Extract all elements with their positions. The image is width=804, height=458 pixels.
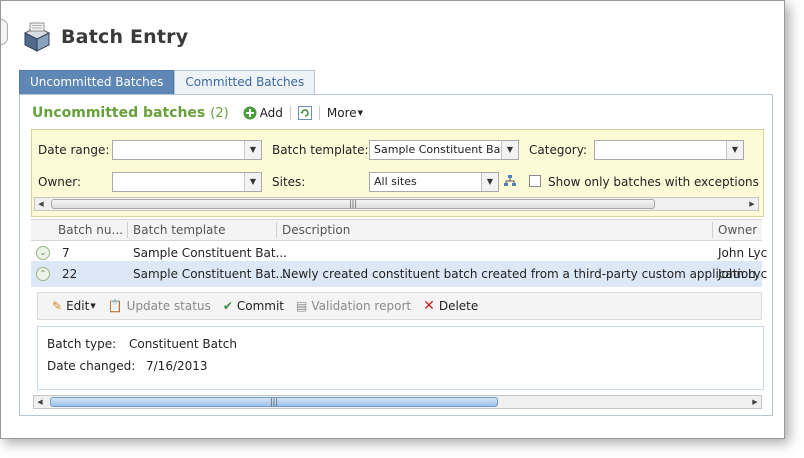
tab-uncommitted-batches[interactable]: Uncommitted Batches bbox=[19, 70, 175, 94]
site-hierarchy-icon[interactable] bbox=[503, 174, 517, 188]
delete-button[interactable]: ✕ Delete bbox=[423, 298, 478, 314]
uncommitted-batches-panel: Uncommitted batches (2) Add More ▼ Date … bbox=[19, 94, 773, 416]
batch-entry-icon bbox=[23, 22, 51, 52]
batch-template-cell: Sample Constituent Bat... bbox=[133, 246, 287, 260]
owner-label: Owner: bbox=[38, 175, 82, 189]
refresh-button[interactable] bbox=[297, 106, 312, 120]
chevron-down-icon[interactable]: ▼ bbox=[244, 141, 261, 159]
filter-horizontal-scrollbar[interactable]: ◀ ||| ▶ bbox=[34, 197, 759, 211]
date-changed-value: 7/16/2013 bbox=[146, 359, 208, 373]
batch-template-cell: Sample Constituent Bat... bbox=[133, 267, 287, 281]
chevron-down-icon[interactable]: ▼ bbox=[481, 173, 498, 191]
refresh-icon bbox=[297, 106, 312, 120]
update-status-button[interactable]: 📋 Update status bbox=[108, 299, 211, 313]
chevron-down-icon[interactable]: ▼ bbox=[726, 141, 743, 159]
batch-number-cell: 22 bbox=[62, 267, 78, 281]
category-label: Category: bbox=[529, 143, 587, 157]
collapse-handle[interactable] bbox=[1, 19, 8, 45]
exceptions-label: Show only batches with exceptions bbox=[548, 175, 759, 189]
add-button[interactable]: Add bbox=[243, 106, 283, 120]
column-divider bbox=[127, 222, 128, 238]
batch-template-select[interactable]: Sample Constituent Batch ▼ bbox=[369, 140, 519, 160]
commit-label: Commit bbox=[236, 299, 285, 313]
toolbar-divider bbox=[289, 106, 291, 120]
sites-label: Sites: bbox=[272, 175, 306, 189]
chevron-down-icon[interactable]: ▼ bbox=[501, 141, 518, 159]
scrollbar-thumb[interactable]: ||| bbox=[50, 397, 498, 407]
validation-report-button[interactable]: ▤ Validation report bbox=[296, 299, 411, 313]
batch-entry-window: Batch Entry Uncommitted Batches Committe… bbox=[0, 0, 785, 439]
batch-type-value: Constituent Batch bbox=[129, 337, 237, 351]
grid-horizontal-scrollbar[interactable]: ◀ ||| ▶ bbox=[33, 395, 762, 409]
expand-row-icon[interactable]: ⌄ bbox=[36, 246, 50, 260]
page-title: Batch Entry bbox=[61, 26, 189, 48]
grid-header: Batch nu... Batch template Description O… bbox=[31, 219, 762, 241]
clipboard-icon: 📋 bbox=[107, 299, 123, 313]
scroll-right-icon[interactable]: ▶ bbox=[749, 396, 761, 408]
column-header-batch-number[interactable]: Batch nu... bbox=[58, 223, 123, 237]
update-status-label: Update status bbox=[126, 299, 211, 313]
exceptions-checkbox[interactable] bbox=[529, 175, 541, 187]
delete-label: Delete bbox=[438, 299, 479, 313]
column-header-owner[interactable]: Owner bbox=[718, 223, 757, 237]
date-changed-label: Date changed: bbox=[47, 359, 136, 373]
column-divider bbox=[712, 222, 713, 238]
column-header-description[interactable]: Description bbox=[282, 223, 350, 237]
delete-x-icon: ✕ bbox=[423, 298, 435, 314]
owner-cell: John Lyc bbox=[718, 246, 768, 260]
edit-label: Edit bbox=[66, 299, 90, 313]
more-menu-button[interactable]: More ▼ bbox=[327, 106, 363, 120]
chevron-down-icon[interactable]: ▼ bbox=[244, 173, 261, 191]
owner-select[interactable]: ▼ bbox=[112, 172, 262, 192]
collapse-row-icon[interactable]: ⌃ bbox=[36, 267, 50, 281]
page-header: Batch Entry bbox=[21, 21, 188, 53]
add-label: Add bbox=[259, 106, 283, 120]
commit-icon: ✔ bbox=[222, 299, 233, 313]
column-divider bbox=[276, 222, 277, 238]
edit-button[interactable]: ✎ Edit ▼ bbox=[52, 299, 96, 313]
table-row[interactable]: ⌃ 22 Sample Constituent Bat... Newly cre… bbox=[31, 261, 767, 287]
owner-cell: John Lyc bbox=[718, 267, 768, 281]
scroll-left-icon[interactable]: ◀ bbox=[35, 198, 47, 210]
description-cell: Newly created constituent batch created … bbox=[282, 267, 760, 281]
batch-type-label: Batch type: bbox=[47, 337, 117, 351]
batch-template-label: Batch template: bbox=[272, 143, 369, 157]
section-header: Uncommitted batches (2) Add More ▼ bbox=[32, 105, 363, 121]
add-icon bbox=[243, 106, 257, 120]
batch-number-cell: 7 bbox=[62, 246, 70, 260]
scroll-right-icon[interactable]: ▶ bbox=[746, 198, 758, 210]
validation-report-label: Validation report bbox=[311, 299, 412, 313]
batch-tabs: Uncommitted Batches Committed Batches bbox=[19, 70, 316, 94]
date-range-label: Date range: bbox=[38, 143, 110, 157]
sites-value: All sites bbox=[374, 175, 417, 188]
pencil-icon: ✎ bbox=[52, 299, 63, 313]
column-header-batch-template[interactable]: Batch template bbox=[133, 223, 225, 237]
commit-button[interactable]: ✔ Commit bbox=[223, 299, 284, 313]
row-action-toolbar: ✎ Edit ▼ 📋 Update status ✔ Commit ▤ Vali… bbox=[37, 292, 762, 320]
date-range-select[interactable]: ▼ bbox=[112, 140, 262, 160]
toolbar-divider bbox=[318, 106, 320, 120]
dropdown-caret-icon: ▼ bbox=[357, 109, 364, 117]
filter-bar: Date range: ▼ Batch template: Sample Con… bbox=[31, 129, 764, 217]
dropdown-caret-icon: ▼ bbox=[90, 302, 96, 310]
batch-count: (2) bbox=[210, 105, 229, 121]
scroll-left-icon[interactable]: ◀ bbox=[34, 396, 46, 408]
batch-detail-panel: Batch type: Constituent Batch Date chang… bbox=[37, 326, 764, 390]
batch-template-value: Sample Constituent Batch bbox=[374, 143, 518, 156]
section-title: Uncommitted batches bbox=[32, 105, 206, 121]
report-icon: ▤ bbox=[296, 299, 308, 313]
scrollbar-thumb[interactable]: ||| bbox=[51, 199, 655, 209]
category-select[interactable]: ▼ bbox=[594, 140, 744, 160]
more-label: More bbox=[326, 106, 357, 120]
sites-select[interactable]: All sites ▼ bbox=[369, 172, 499, 192]
tab-committed-batches[interactable]: Committed Batches bbox=[174, 70, 316, 94]
